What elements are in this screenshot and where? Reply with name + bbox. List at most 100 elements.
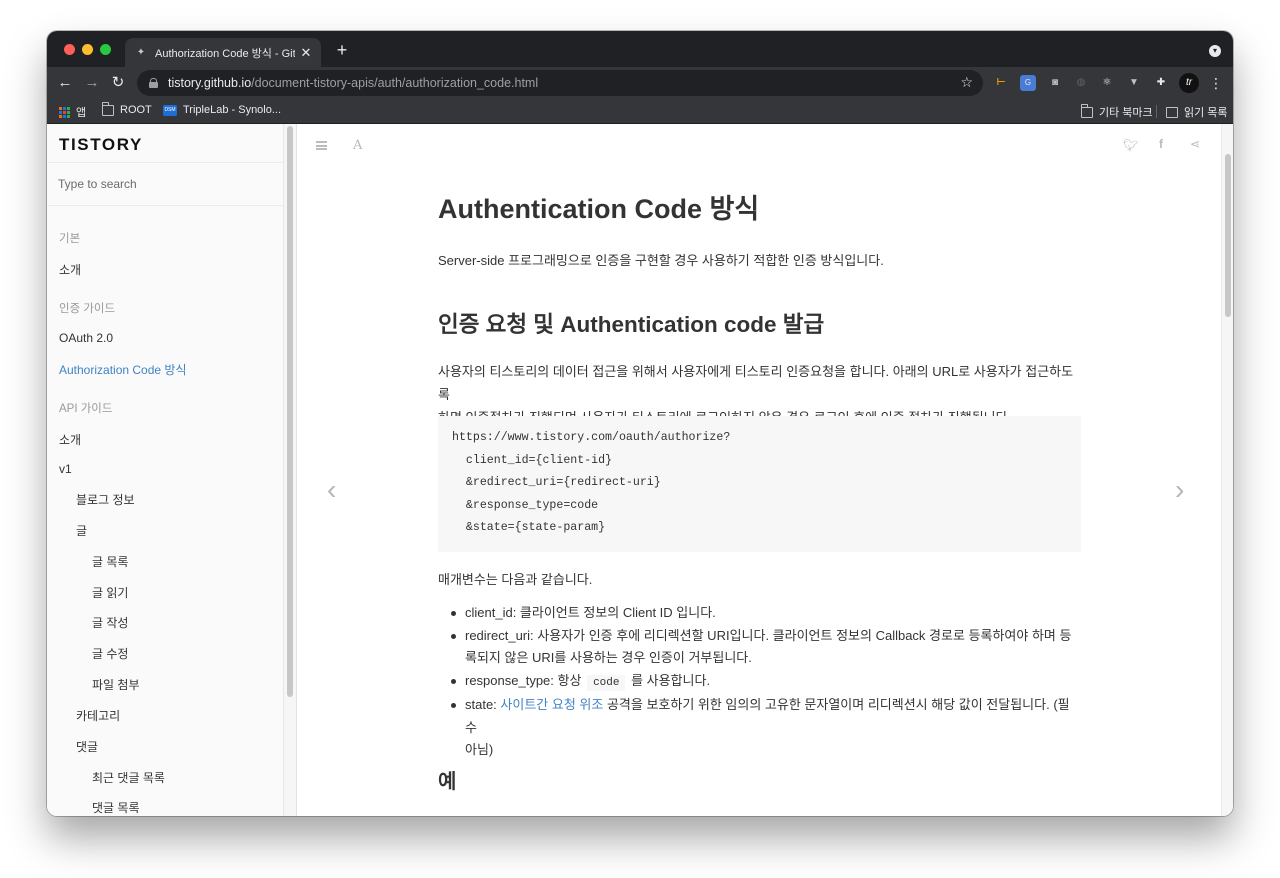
- facebook-icon[interactable]: f: [1159, 137, 1163, 151]
- reload-icon[interactable]: ↻: [108, 73, 128, 93]
- active-tab[interactable]: ✦ Authorization Code 방식 - GitBo ✕: [125, 38, 321, 67]
- list-item-redirect-uri: redirect_uri: 사용자가 인증 후에 리디렉션할 URI입니다. 클…: [438, 625, 1081, 670]
- extensions-puzzle-icon[interactable]: ✚: [1153, 75, 1169, 91]
- next-page-arrow-icon[interactable]: ›: [1175, 474, 1184, 506]
- sidebar-item-post-edit[interactable]: 글 수정: [92, 645, 128, 662]
- sidebar-item-comment[interactable]: 댓글: [76, 738, 98, 755]
- profile-avatar[interactable]: tr: [1179, 73, 1199, 93]
- close-window-button[interactable]: [64, 44, 75, 55]
- csrf-link[interactable]: 사이트간 요청 위조: [500, 697, 603, 712]
- folder-icon: [1081, 103, 1093, 118]
- param-redirect-uri: redirect_uri: 사용자가 인증 후에 리디렉션할 URI입니다. 클…: [465, 627, 1072, 643]
- url-host: tistory.github.io: [168, 76, 252, 90]
- sidebar-item-v1[interactable]: v1: [59, 462, 72, 476]
- bookmark-root[interactable]: ROOT: [102, 101, 152, 116]
- sidebar-item-post-write[interactable]: 글 작성: [92, 614, 128, 631]
- toggle-sidebar-icon[interactable]: [316, 141, 327, 150]
- url-text: tistory.github.io/document-tistory-apis/…: [168, 76, 538, 90]
- params-intro: 매개변수는 다음과 같습니다.: [438, 572, 593, 587]
- inline-code: code: [587, 674, 626, 691]
- browser-window: ✦ Authorization Code 방식 - GitBo ✕ + ▾ ← …: [47, 31, 1233, 816]
- tistory-logo[interactable]: TISTORY: [59, 135, 143, 155]
- minimize-window-button[interactable]: [82, 44, 93, 55]
- new-tab-button[interactable]: +: [333, 40, 351, 61]
- list-item-response-type: response_type: 항상 code 를 사용합니다.: [438, 670, 1081, 695]
- back-arrow-icon[interactable]: ←: [55, 73, 75, 93]
- page-title: Authentication Code 방식: [438, 194, 760, 224]
- code-block: https://www.tistory.com/oauth/authorize?…: [438, 416, 1081, 552]
- sidebar-item-authorization-code[interactable]: Authorization Code 방식: [59, 361, 186, 378]
- params-list: client_id: 클라이언트 정보의 Client ID 입니다. redi…: [438, 602, 1081, 762]
- forward-arrow-icon[interactable]: →: [82, 73, 102, 93]
- extension-t-icon[interactable]: ⊢: [993, 75, 1009, 91]
- url-path: /document-tistory-apis/auth/authorizatio…: [251, 76, 539, 90]
- sidebar-item-intro[interactable]: 소개: [59, 261, 81, 278]
- list-item-client-id: client_id: 클라이언트 정보의 Client ID 입니다.: [438, 602, 1081, 625]
- vue-devtools-icon[interactable]: ▼: [1126, 75, 1142, 91]
- maximize-window-button[interactable]: [100, 44, 111, 55]
- sidebar-item-post-read[interactable]: 글 읽기: [92, 584, 128, 601]
- search-input[interactable]: [47, 163, 283, 205]
- param-redirect-uri-cont: 록되지 않은 URI를 사용하는 경우 인증이 거부됩니다.: [465, 650, 752, 665]
- code-line: &response_type=code: [452, 498, 599, 512]
- param-state: state:: [465, 697, 497, 712]
- camera-icon[interactable]: ◙: [1047, 75, 1063, 91]
- sidebar-item-blog-info[interactable]: 블로그 정보: [76, 491, 135, 508]
- sidebar-header-basic: 기본: [59, 233, 81, 245]
- gitbook-icon: ✦: [136, 46, 146, 58]
- reading-list-label: 읽기 목록: [1184, 107, 1228, 119]
- sidebar-header-api-guide: API 가이드: [59, 403, 113, 415]
- book-summary-sidebar: TISTORY 기본 소개 인증 가이드 OAuth 2.0 Authoriza…: [47, 124, 284, 816]
- sidebar-item-comment-list[interactable]: 댓글 목록: [92, 799, 140, 816]
- sidebar-scrollbar-thumb[interactable]: [287, 126, 293, 697]
- extension-shield-icon[interactable]: ◍: [1073, 75, 1089, 91]
- browser-toolbar: ← → ↻ tistory.github.io/document-tistory…: [47, 67, 1233, 99]
- sidebar-item-post[interactable]: 글: [76, 522, 87, 539]
- google-translate-icon[interactable]: G: [1020, 75, 1036, 91]
- sidebar-item-api-intro[interactable]: 소개: [59, 431, 81, 448]
- param-response-type-suffix: 를 사용합니다.: [631, 672, 711, 688]
- code-line: https://www.tistory.com/oauth/authorize?: [452, 431, 731, 444]
- sidebar-item-oauth2[interactable]: OAuth 2.0: [59, 331, 113, 345]
- react-devtools-icon[interactable]: ⚛: [1099, 75, 1115, 91]
- section-title: 인증 요청 및 Authentication code 발급: [438, 312, 825, 337]
- twitter-icon[interactable]: 🐦︎: [1123, 138, 1138, 152]
- previous-page-arrow-icon[interactable]: ‹: [327, 474, 336, 506]
- font-settings-icon[interactable]: A: [353, 138, 362, 153]
- dsm-icon: DSM: [163, 104, 177, 116]
- content-scrollbar-thumb[interactable]: [1225, 154, 1231, 317]
- sidebar-item-file-attach[interactable]: 파일 첨부: [92, 676, 140, 693]
- search-box: [47, 162, 283, 206]
- intro-paragraph: Server-side 프로그래밍으로 인증을 구현할 경우 사용하기 적합한 …: [438, 253, 884, 268]
- sidebar-item-post-list[interactable]: 글 목록: [92, 553, 128, 570]
- tab-close-icon[interactable]: ✕: [299, 45, 313, 61]
- bookmarks-divider: [1156, 105, 1157, 118]
- folder-icon: [102, 101, 114, 116]
- section-paragraph-line: 사용자의 티스토리의 데이터 접근을 위해서 사용자에게 티스토리 인증요청을 …: [438, 364, 1074, 402]
- share-icon[interactable]: ⋖: [1190, 137, 1200, 151]
- bookmark-star-icon[interactable]: ☆: [960, 74, 973, 91]
- page-viewport: TISTORY 기본 소개 인증 가이드 OAuth 2.0 Authoriza…: [47, 124, 1233, 816]
- bookmark-other[interactable]: 기타 북마크: [1081, 103, 1153, 120]
- sidebar-scrollbar[interactable]: [284, 124, 297, 816]
- reading-list[interactable]: 읽기 목록: [1166, 104, 1228, 120]
- bookmarks-bar: 앱 ROOT DSM TripleLab - Synolo... 기타 북마크 …: [47, 99, 1233, 124]
- sidebar-header-auth-guide: 인증 가이드: [59, 303, 116, 315]
- content-scrollbar[interactable]: [1221, 124, 1233, 816]
- code-line: &redirect_uri={redirect-uri}: [452, 476, 661, 489]
- sidebar-item-recent-comments[interactable]: 최근 댓글 목록: [92, 769, 165, 786]
- book-body: A 🐦︎ f ⋖ ‹ › Authentication Code 방식 Serv…: [297, 124, 1221, 816]
- param-client-id: client_id: 클라이언트 정보의 Client ID 입니다.: [465, 605, 716, 620]
- bookmark-triplelab-label: TripleLab - Synolo...: [183, 104, 282, 116]
- sidebar-item-category[interactable]: 카테고리: [76, 707, 120, 724]
- code-line: client_id={client-id}: [452, 453, 613, 467]
- address-bar[interactable]: tistory.github.io/document-tistory-apis/…: [137, 70, 983, 96]
- more-menu-icon[interactable]: ⋮: [1209, 73, 1223, 93]
- list-item-state: state: 사이트간 요청 위조 공격을 보호하기 위한 임의의 고유한 문자…: [438, 694, 1081, 762]
- tab-search-icon[interactable]: ▾: [1209, 45, 1221, 57]
- code-line: &state={state-param}: [452, 521, 606, 534]
- bookmark-apps[interactable]: 앱: [59, 104, 86, 120]
- bookmark-triplelab[interactable]: DSM TripleLab - Synolo...: [163, 104, 281, 116]
- bookmark-other-label: 기타 북마크: [1099, 107, 1153, 119]
- example-heading: 예: [438, 771, 457, 793]
